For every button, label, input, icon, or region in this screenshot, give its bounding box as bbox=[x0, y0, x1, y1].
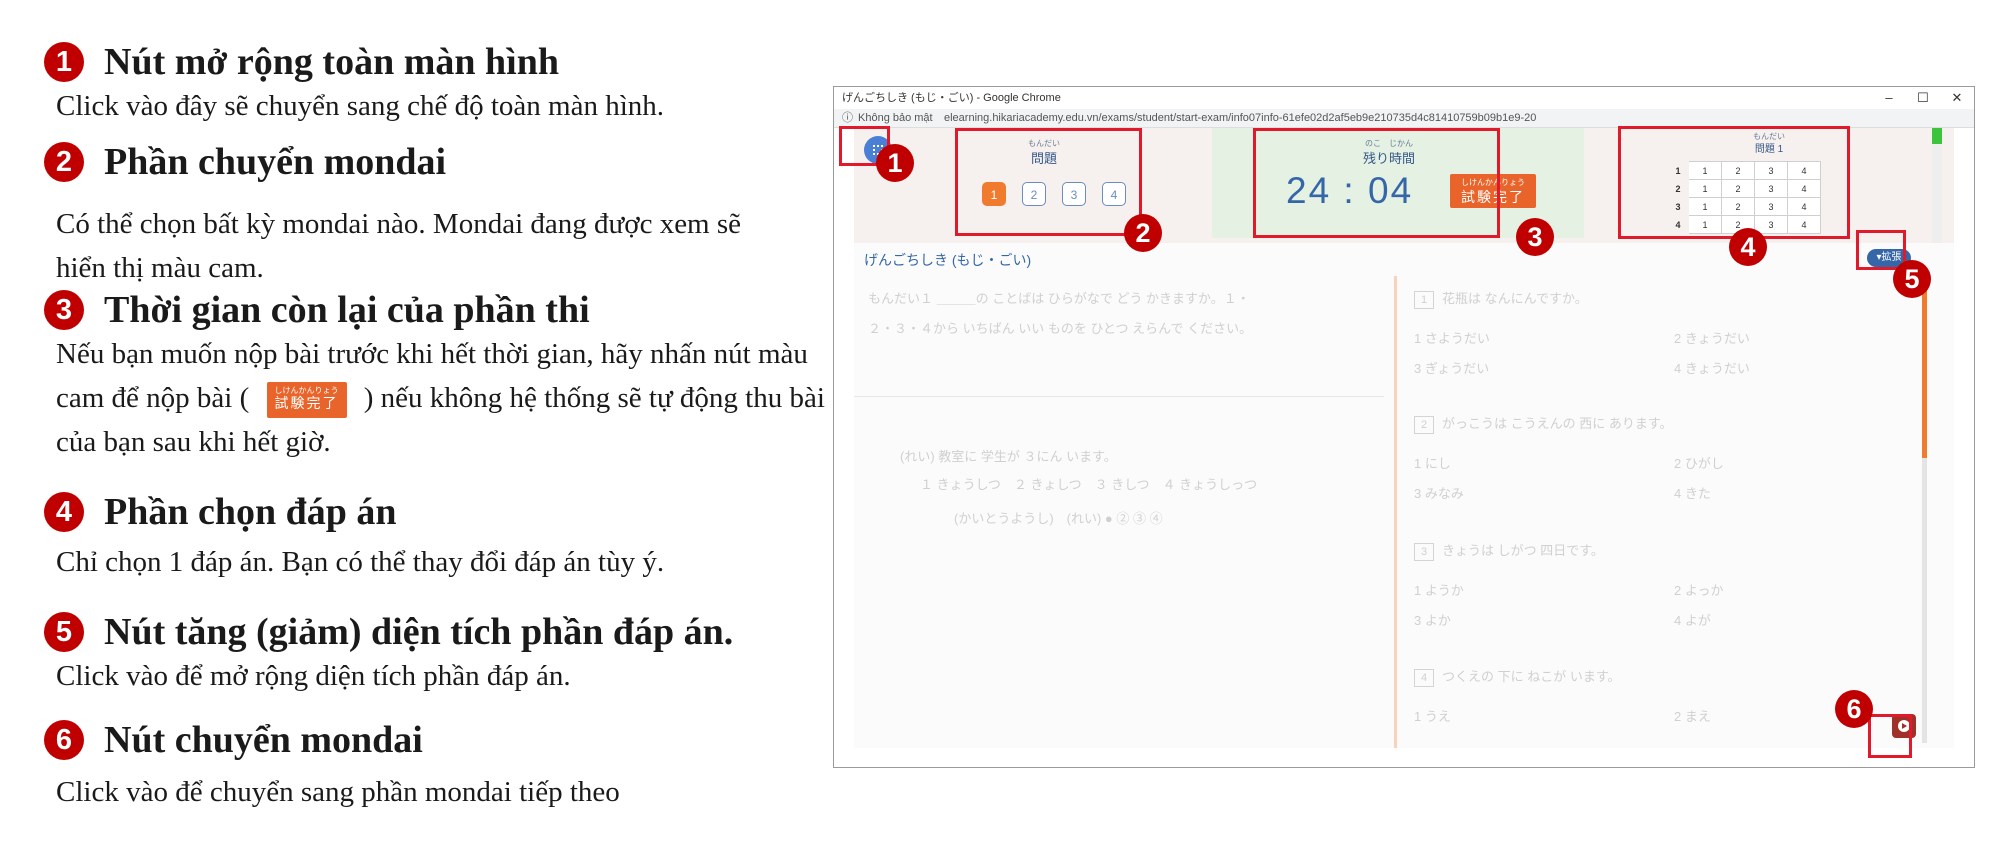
option[interactable]: 3 よか bbox=[1414, 610, 1451, 629]
question-item: 2 がっこうは こうえんの 西に あります。 bbox=[1414, 413, 1673, 434]
question-item: 3 きょうは しがつ 四日です。 bbox=[1414, 540, 1604, 561]
question-scrollbar-thumb[interactable] bbox=[1922, 278, 1927, 458]
info-icon: ⓘ bbox=[842, 112, 853, 124]
option[interactable]: 4 よが bbox=[1674, 610, 1711, 629]
question-item: 4 つくえの 下に ねこが います。 bbox=[1414, 666, 1621, 687]
minimize-icon[interactable]: – bbox=[1872, 87, 1906, 109]
marker-3: 3 bbox=[1516, 218, 1554, 256]
option[interactable]: 1 ようか bbox=[1414, 580, 1464, 599]
section-description: Click vào để chuyển sang phần mondai tiế… bbox=[56, 776, 620, 808]
question-intro: ２・３・４から いちばん いい ものを ひとつ えらんで ください。 bbox=[868, 321, 1253, 336]
guide-section-1: 1 Nút mở rộng toàn màn hình Click vào đâ… bbox=[44, 40, 824, 128]
highlight-box-4 bbox=[1618, 126, 1850, 239]
section-heading: Nút chuyển mondai bbox=[104, 719, 423, 761]
url-text: elearning.hikariacademy.edu.vn/exams/stu… bbox=[944, 112, 1537, 124]
highlight-box-2 bbox=[955, 128, 1142, 236]
option[interactable]: 4 きょうだい bbox=[1674, 358, 1750, 377]
grid-scrollbar[interactable] bbox=[1932, 128, 1942, 243]
option[interactable]: 1 うえ bbox=[1414, 706, 1451, 725]
number-badge: 5 bbox=[44, 612, 84, 652]
example-answer-sheet: (かいとうようし) (れい) ● ② ③ ④ bbox=[954, 511, 1163, 526]
option[interactable]: 2 きょうだい bbox=[1674, 328, 1750, 347]
section-heading: Nút mở rộng toàn màn hình bbox=[104, 41, 559, 83]
question-text: 花瓶は なんにんですか。 bbox=[1442, 291, 1588, 306]
section-description: Nếu bạn muốn nộp bài trước khi hết thời … bbox=[56, 332, 831, 464]
section-description: Chỉ chọn 1 đáp án. Bạn có thể thay đổi đ… bbox=[56, 546, 665, 578]
question-text: がっこうは こうえんの 西に あります。 bbox=[1442, 416, 1673, 431]
number-badge: 1 bbox=[44, 42, 84, 82]
option[interactable]: 1 にし bbox=[1414, 453, 1451, 472]
security-label: Không bảo mật bbox=[858, 112, 933, 124]
number-badge: 3 bbox=[44, 290, 84, 330]
option[interactable]: 2 ひがし bbox=[1674, 453, 1724, 472]
highlight-box-3 bbox=[1253, 128, 1500, 238]
section-description: Click vào để mở rộng diện tích phần đáp … bbox=[56, 660, 571, 692]
number-badge: 6 bbox=[44, 720, 84, 760]
guide-section-3: 3 Thời gian còn lại của phần thi Nếu bạn… bbox=[44, 288, 825, 464]
guide-section-4: 4 Phần chọn đáp án Chỉ chọn 1 đáp án. Bạ… bbox=[44, 490, 824, 584]
section-heading: Nút tăng (giảm) diện tích phần đáp án. bbox=[104, 611, 734, 653]
number-badge: 4 bbox=[44, 492, 84, 532]
question-scrollbar-track[interactable] bbox=[1922, 458, 1927, 743]
window-title: げんごちしき (もじ・ごい) - Google Chrome bbox=[842, 92, 1061, 104]
guide-section-5: 5 Nút tăng (giảm) diện tích phần đáp án.… bbox=[44, 610, 824, 698]
question-number: 2 bbox=[1414, 416, 1434, 434]
question-text: きょうは しがつ 四日です。 bbox=[1442, 543, 1604, 558]
example-options: １ きょうしつ ２ きょしつ ３ きしつ ４ きょうしっつ bbox=[920, 477, 1258, 492]
marker-2: 2 bbox=[1124, 214, 1162, 252]
number-badge: 2 bbox=[44, 142, 84, 182]
guide-section-6: 6 Nút chuyển mondai Click vào để chuyển … bbox=[44, 718, 824, 814]
question-intro: もんだい１ ＿＿＿の ことばは ひらがなで どう かきますか。１・ bbox=[868, 291, 1250, 306]
exam-section-title: げんごちしき (もじ・ごい) bbox=[864, 252, 1032, 268]
question-item: 1 花瓶は なんにんですか。 bbox=[1414, 288, 1588, 309]
example-sentence: (れい) 教室に 学生が ３にん います。 bbox=[900, 449, 1117, 464]
question-number: 1 bbox=[1414, 291, 1434, 309]
pane-divider[interactable] bbox=[1394, 276, 1397, 748]
section-heading: Thời gian còn lại của phần thi bbox=[104, 289, 590, 331]
option[interactable]: 2 よっか bbox=[1674, 580, 1723, 599]
option[interactable]: 3 ぎょうだい bbox=[1414, 358, 1489, 377]
divider bbox=[854, 396, 1384, 397]
marker-6: 6 bbox=[1835, 690, 1873, 728]
question-number: 4 bbox=[1414, 669, 1434, 687]
question-text: つくえの 下に ねこが います。 bbox=[1442, 669, 1621, 684]
submit-button-example: しけんかんりょう 試験完了 bbox=[266, 382, 347, 419]
highlight-box-6 bbox=[1868, 714, 1912, 758]
marker-4: 4 bbox=[1729, 228, 1767, 266]
option[interactable]: 2 まえ bbox=[1674, 706, 1711, 725]
section-heading: Phần chọn đáp án bbox=[104, 491, 397, 533]
option[interactable]: 1 さようだい bbox=[1414, 328, 1490, 347]
option[interactable]: 3 みなみ bbox=[1414, 483, 1464, 502]
submit-label: 試験完了 bbox=[274, 397, 339, 413]
question-number: 3 bbox=[1414, 543, 1434, 561]
maximize-icon[interactable]: ☐ bbox=[1906, 87, 1940, 109]
marker-1: 1 bbox=[876, 144, 914, 182]
close-icon[interactable]: ✕ bbox=[1940, 87, 1974, 109]
submit-furigana: しけんかんりょう bbox=[274, 386, 339, 396]
option[interactable]: 4 きた bbox=[1674, 483, 1711, 502]
section-description: Click vào đây sẽ chuyển sang chế độ toàn… bbox=[56, 90, 665, 122]
guide-section-2: 2 Phần chuyển mondai Có thể chọn bất kỳ … bbox=[44, 140, 824, 290]
section-heading: Phần chuyển mondai bbox=[104, 141, 447, 183]
marker-5: 5 bbox=[1893, 260, 1931, 298]
section-description: Có thể chọn bất kỳ mondai nào. Mondai đa… bbox=[56, 208, 742, 284]
browser-titlebar: げんごちしき (もじ・ごい) - Google Chrome – ☐ ✕ bbox=[834, 87, 1974, 109]
